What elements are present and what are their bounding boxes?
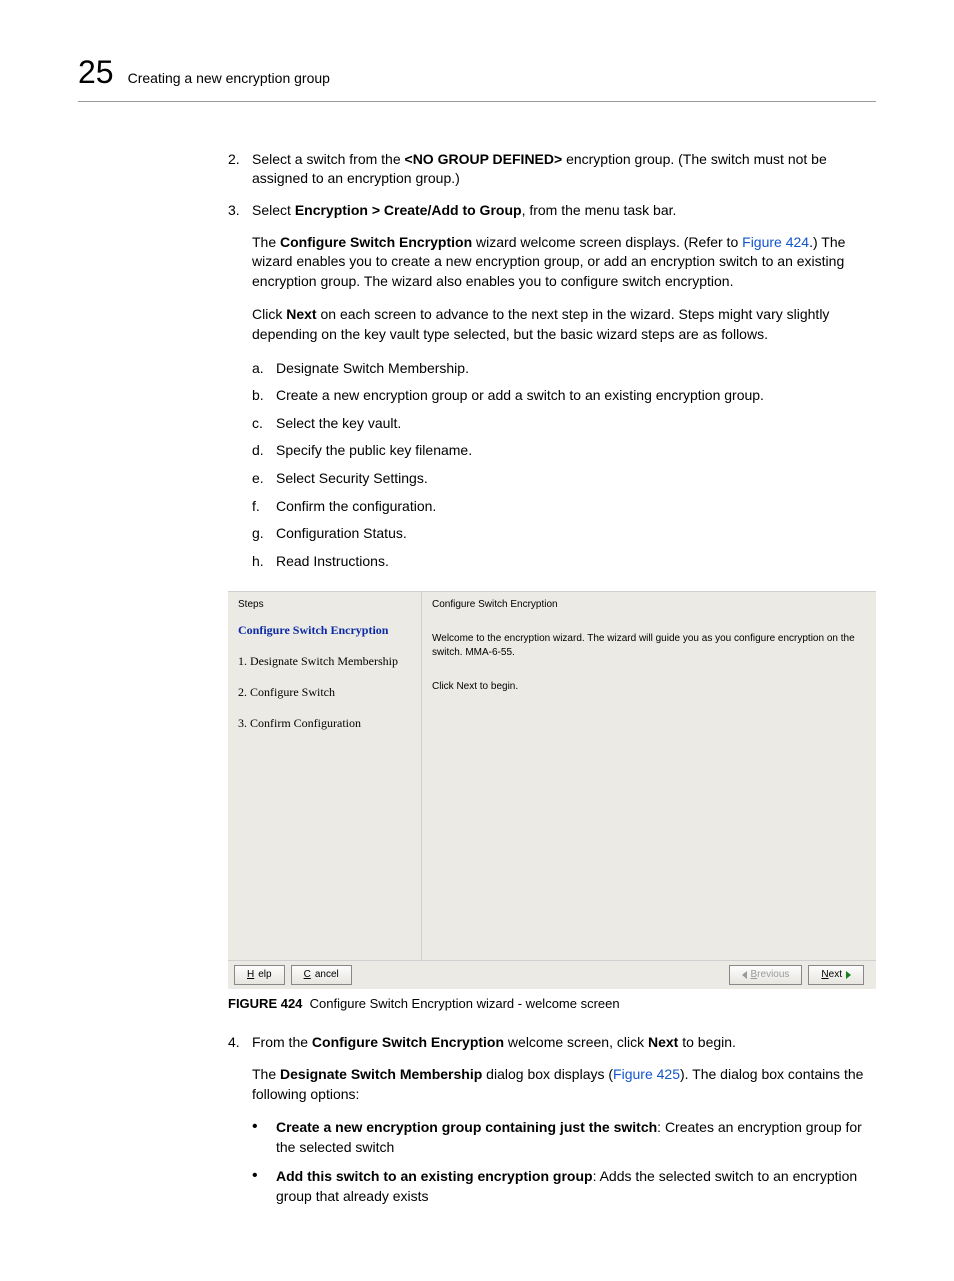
text: wizard welcome screen displays. (Refer t… bbox=[472, 234, 742, 250]
step-3: 3. Select Encryption > Create/Add to Gro… bbox=[228, 201, 876, 221]
previous-button: Brevious bbox=[729, 965, 803, 985]
step-4-paragraph-1: The Designate Switch Membership dialog b… bbox=[252, 1065, 876, 1104]
next-button[interactable]: Next bbox=[808, 965, 864, 985]
alpha-item-c: c.Select the key vault. bbox=[252, 414, 876, 434]
wizard-step-1: 1. Designate Switch Membership bbox=[238, 653, 411, 670]
option-label: Create a new encryption group containing… bbox=[276, 1119, 657, 1135]
text: dialog box displays ( bbox=[482, 1066, 613, 1082]
step-3-paragraph-1: The Configure Switch Encryption wizard w… bbox=[252, 233, 876, 292]
triangle-left-icon bbox=[742, 971, 747, 979]
figure-424-caption: FIGURE 424 Configure Switch Encryption w… bbox=[228, 995, 876, 1013]
text: From the bbox=[252, 1034, 312, 1050]
text: welcome screen, click bbox=[504, 1034, 648, 1050]
step-2: 2. Select a switch from the <NO GROUP DE… bbox=[228, 150, 876, 189]
wizard-steps-panel: Steps Configure Switch Encryption 1. Des… bbox=[228, 592, 422, 960]
alpha-item-g: g.Configuration Status. bbox=[252, 524, 876, 544]
wizard-instruction-text: Click Next to begin. bbox=[432, 680, 866, 694]
text: to begin. bbox=[678, 1034, 736, 1050]
wizard-active-step-title: Configure Switch Encryption bbox=[238, 622, 411, 639]
wizard-content-panel: Configure Switch Encryption Welcome to t… bbox=[422, 592, 876, 960]
wizard-step-3: 3. Confirm Configuration bbox=[238, 715, 411, 732]
text: Click bbox=[252, 306, 286, 322]
alpha-item-f: f.Confirm the configuration. bbox=[252, 497, 876, 517]
alpha-item-a: a.Designate Switch Membership. bbox=[252, 359, 876, 379]
alpha-list: a.Designate Switch Membership. b.Create … bbox=[252, 359, 876, 572]
next-label: Next bbox=[286, 306, 316, 322]
page-header: 25 Creating a new encryption group bbox=[78, 50, 876, 102]
cancel-button[interactable]: Cancel bbox=[291, 965, 352, 985]
alpha-item-h: h.Read Instructions. bbox=[252, 552, 876, 572]
text: Select a switch from the bbox=[252, 151, 405, 167]
wizard-step-2: 2. Configure Switch bbox=[238, 684, 411, 701]
next-label: Next bbox=[648, 1034, 678, 1050]
wizard-name-label: Configure Switch Encryption bbox=[312, 1034, 504, 1050]
text: Select bbox=[252, 202, 295, 218]
bullet-icon: • bbox=[252, 1167, 276, 1206]
wizard-welcome-text: Welcome to the encryption wizard. The wi… bbox=[432, 632, 866, 660]
chapter-number: 25 bbox=[78, 50, 114, 95]
bullet-list: • Create a new encryption group containi… bbox=[252, 1118, 876, 1206]
step-number: 2. bbox=[228, 150, 252, 189]
figure-label: FIGURE 424 bbox=[228, 996, 302, 1011]
chapter-title: Creating a new encryption group bbox=[128, 69, 330, 89]
main-content: 2. Select a switch from the <NO GROUP DE… bbox=[228, 150, 876, 1207]
bullet-item-2: • Add this switch to an existing encrypt… bbox=[252, 1167, 876, 1206]
alpha-item-e: e.Select Security Settings. bbox=[252, 469, 876, 489]
step-3-paragraph-2: Click Next on each screen to advance to … bbox=[252, 305, 876, 344]
figure-caption-text: Configure Switch Encryption wizard - wel… bbox=[310, 996, 620, 1011]
wizard-footer: Help Cancel Brevious Next bbox=[228, 960, 876, 989]
triangle-right-icon bbox=[846, 971, 851, 979]
bullet-icon: • bbox=[252, 1118, 276, 1157]
option-label: Add this switch to an existing encryptio… bbox=[276, 1168, 593, 1184]
bullet-item-1: • Create a new encryption group containi… bbox=[252, 1118, 876, 1157]
step-number: 3. bbox=[228, 201, 252, 221]
figure-424-link[interactable]: Figure 424 bbox=[742, 234, 809, 250]
dialog-name-label: Designate Switch Membership bbox=[280, 1066, 482, 1082]
text: , from the menu task bar. bbox=[522, 202, 677, 218]
menu-path-label: Encryption > Create/Add to Group bbox=[295, 202, 522, 218]
step-number: 4. bbox=[228, 1033, 252, 1053]
text: The bbox=[252, 1066, 280, 1082]
wizard-name-label: Configure Switch Encryption bbox=[280, 234, 472, 250]
figure-425-link[interactable]: Figure 425 bbox=[613, 1066, 680, 1082]
no-group-defined-label: <NO GROUP DEFINED> bbox=[405, 151, 563, 167]
wizard-panel-title: Configure Switch Encryption bbox=[432, 598, 866, 612]
alpha-item-d: d.Specify the public key filename. bbox=[252, 441, 876, 461]
wizard-screenshot: Steps Configure Switch Encryption 1. Des… bbox=[228, 591, 876, 989]
text: on each screen to advance to the next st… bbox=[252, 306, 829, 342]
help-button[interactable]: Help bbox=[234, 965, 285, 985]
steps-heading: Steps bbox=[238, 598, 411, 612]
text: The bbox=[252, 234, 280, 250]
step-4: 4. From the Configure Switch Encryption … bbox=[228, 1033, 876, 1053]
alpha-item-b: b.Create a new encryption group or add a… bbox=[252, 386, 876, 406]
